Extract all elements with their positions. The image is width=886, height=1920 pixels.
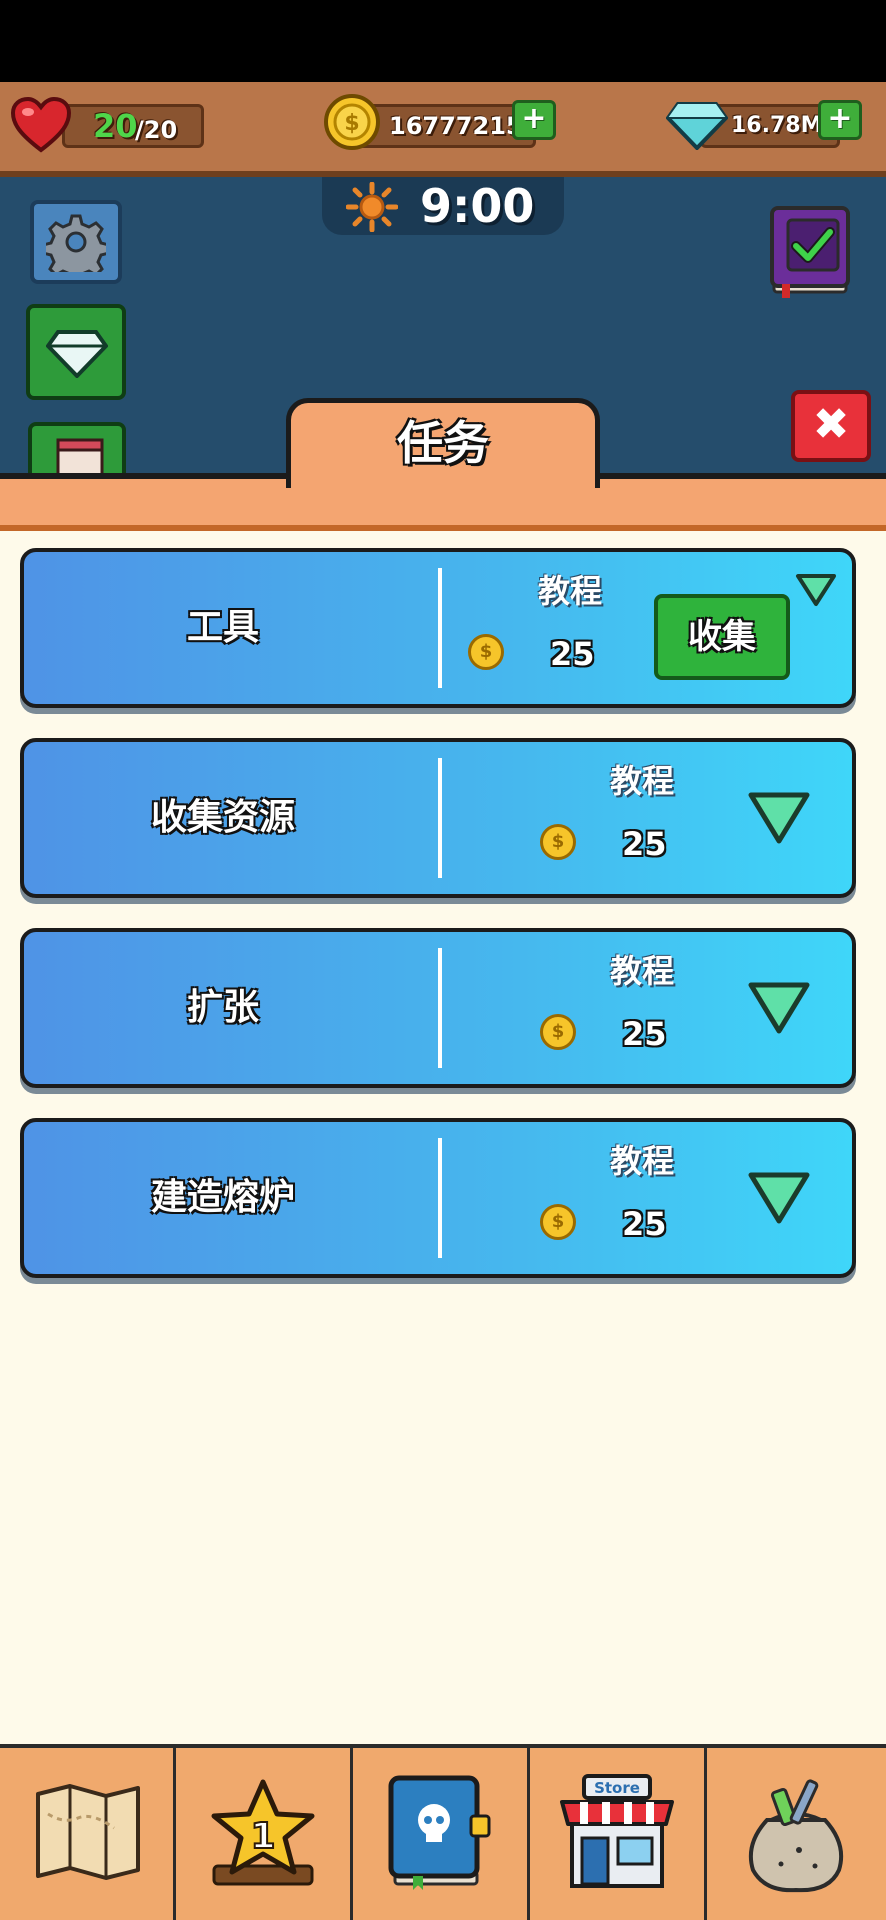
store-icon: Store (560, 1774, 674, 1888)
coin-icon: $ (540, 1014, 576, 1050)
task-name: 收集资源 (150, 797, 295, 838)
card-divider (438, 1138, 442, 1258)
task-card-tools[interactable]: 工具 教程 $ 25 收集 (20, 548, 856, 708)
svg-text:$: $ (344, 111, 359, 136)
nav-inventory[interactable] (707, 1748, 881, 1920)
gem-shop-button[interactable] (26, 304, 126, 400)
task-reward: 25 (550, 635, 595, 673)
health-max: /20 (135, 116, 178, 144)
expand-arrow-icon[interactable] (794, 572, 838, 608)
sack-icon (748, 1779, 844, 1893)
task-type: 教程 (537, 572, 602, 610)
add-coins-button[interactable]: + (512, 100, 556, 140)
nav-quests[interactable]: 1 (176, 1748, 350, 1920)
resource-bar: 20 /20 16777215 $ + 16.78M + (0, 82, 886, 177)
health-slot: 20 /20 (62, 104, 204, 148)
calendar-icon (56, 438, 104, 478)
task-name: 工具 (186, 607, 259, 648)
task-card-build-furnace[interactable]: 建造熔炉 教程 $ 25 (20, 1118, 856, 1278)
task-type: 教程 (609, 1142, 674, 1180)
calendar-button[interactable] (28, 422, 126, 478)
task-type: 教程 (609, 952, 674, 990)
nav-map[interactable] (0, 1748, 174, 1920)
collect-button[interactable]: 收集 (654, 594, 790, 680)
sun-icon (346, 182, 398, 232)
map-icon (36, 1784, 140, 1880)
card-divider (438, 758, 442, 878)
add-gems-button[interactable]: + (818, 100, 862, 140)
coin-slot: 16777215 (356, 104, 536, 148)
clock-time: 9:00 (420, 179, 535, 233)
star-level-icon: 1 (211, 1779, 315, 1886)
settings-button[interactable] (30, 200, 122, 284)
coin-icon: $ (540, 824, 576, 860)
coin-icon: $ (468, 634, 504, 670)
card-divider (438, 568, 442, 688)
status-bar (0, 0, 886, 82)
task-name: 建造熔炉 (150, 1177, 295, 1218)
gem-count: 16.78M (731, 113, 823, 138)
quest-book-icon[interactable] (768, 204, 852, 298)
task-type: 教程 (609, 762, 674, 800)
close-button[interactable]: ✖ (791, 390, 871, 462)
gear-icon (46, 214, 106, 272)
nav-journal[interactable] (353, 1748, 527, 1920)
task-card-expand[interactable]: 扩张 教程 $ 25 (20, 928, 856, 1088)
expand-arrow-icon[interactable] (746, 790, 812, 846)
expand-arrow-icon[interactable] (746, 1170, 812, 1226)
task-reward: 25 (622, 1015, 667, 1053)
coin-count: 16777215 (389, 112, 523, 140)
diamond-icon (666, 102, 728, 150)
task-reward: 25 (622, 1205, 667, 1243)
panel-title: 任务 (397, 416, 489, 470)
task-name: 扩张 (186, 987, 259, 1028)
card-divider (438, 948, 442, 1068)
expand-arrow-icon[interactable] (746, 980, 812, 1036)
task-card-collect-resources[interactable]: 收集资源 教程 $ 25 (20, 738, 856, 898)
star-level-number: 1 (250, 1816, 275, 1857)
health-current: 20 (93, 107, 138, 145)
nav-store[interactable]: Store (530, 1748, 704, 1920)
heart-icon (10, 96, 72, 153)
store-sign-label: Store (594, 1779, 640, 1797)
task-reward: 25 (622, 825, 667, 863)
coin-icon: $ (540, 1204, 576, 1240)
skull-book-icon (388, 1775, 491, 1890)
coin-icon: $ (324, 94, 380, 150)
diamond-icon (46, 330, 108, 378)
